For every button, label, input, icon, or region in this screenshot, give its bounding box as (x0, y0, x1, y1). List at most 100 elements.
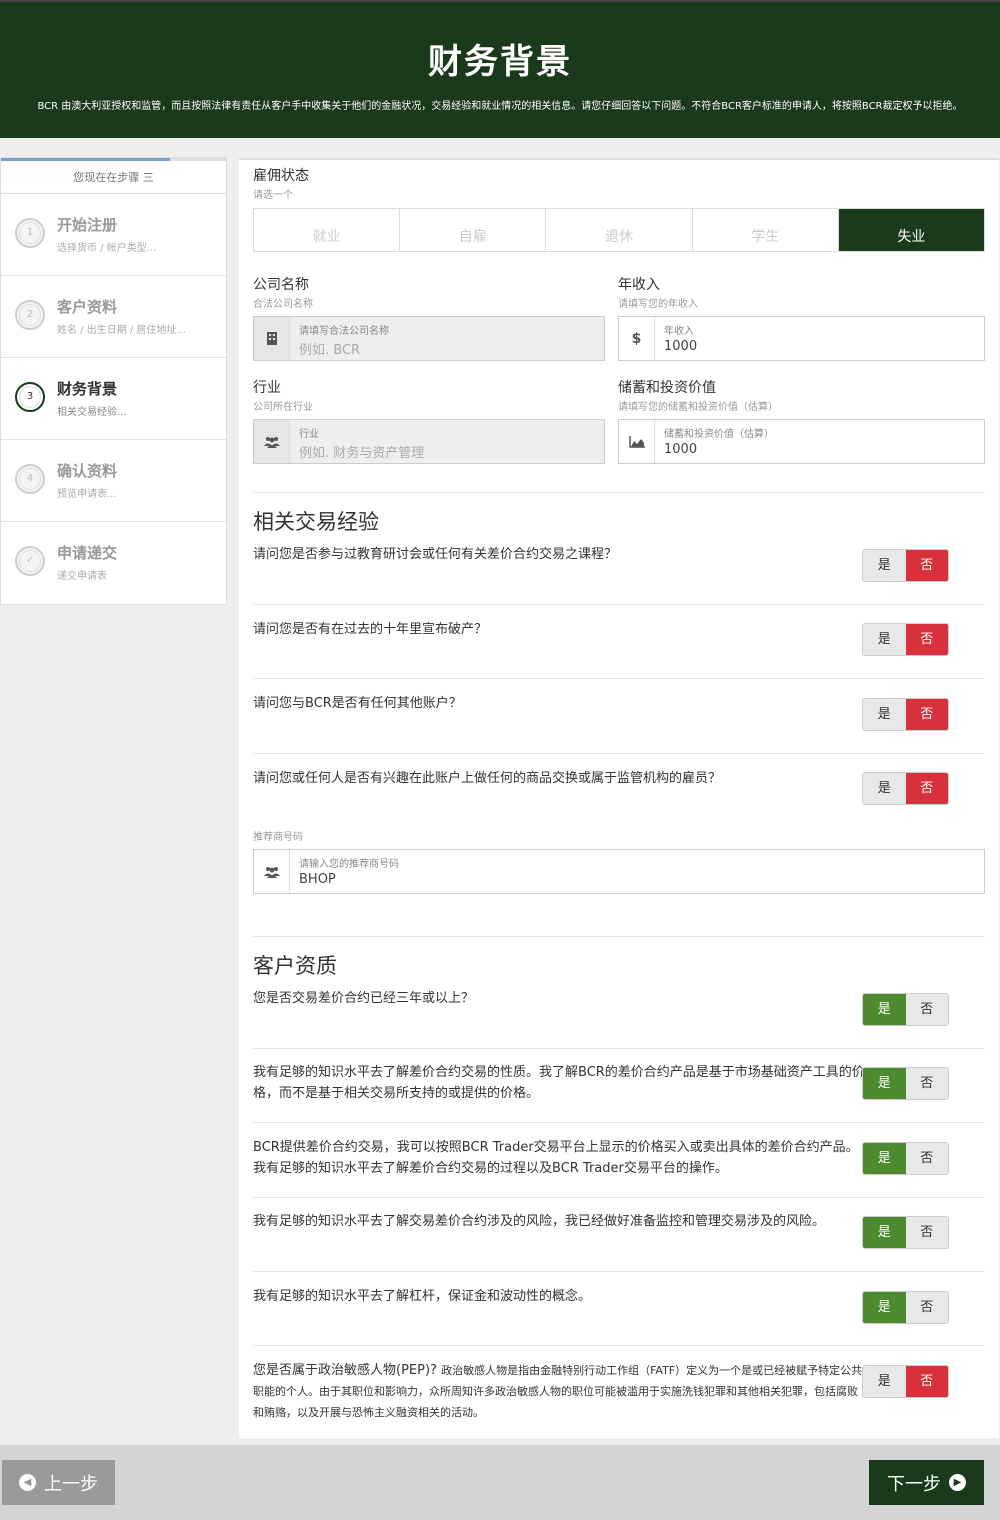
step-subtitle: 预览申请表... (57, 489, 117, 500)
employment-option-retired[interactable]: 退休 (546, 209, 693, 251)
industry-input[interactable]: 行业例如. 财务与资产管理 (253, 419, 605, 464)
qualification-answer-3: 是 否 (862, 1142, 949, 1175)
field-value: BHOP (299, 872, 336, 887)
yes-button[interactable]: 是 (863, 1292, 906, 1323)
qualification-question-4: 我有足够的知识水平去了解交易差价合约涉及的风险，我已经做好准备监控和管理交易涉及… (253, 1214, 826, 1229)
yes-button[interactable]: 是 (863, 550, 906, 581)
header-notice: BCR 由澳大利亚授权和监管，而且按照法律有责任从客户手中收集关于他们的金融状况… (37, 101, 963, 112)
step-subtitle: 选择货币 / 帐户类型... (57, 243, 157, 254)
field-value: 1000 (664, 442, 698, 457)
no-button[interactable]: 否 (905, 699, 948, 730)
no-button[interactable]: 否 (905, 1292, 948, 1323)
company-name-input[interactable]: 请填写合法公司名称 例如. BCR (253, 316, 605, 361)
experience-answer-1: 是 否 (862, 549, 949, 582)
employment-selector: 就业 自雇 退休 学生 失业 (253, 208, 985, 252)
qualification-answer-5: 是 否 (862, 1291, 949, 1324)
employment-label: 雇佣状态 (253, 168, 309, 184)
step-number-circle: 1 (15, 218, 45, 248)
step-start-registration[interactable]: 1 开始注册 选择货币 / 帐户类型... (1, 194, 226, 276)
step-number-circle: 2 (15, 300, 45, 330)
qualification-section-title: 客户资质 (253, 954, 337, 978)
field-label: 行业 (299, 429, 319, 440)
field-label: 储蓄和投资价值（估算） (664, 429, 774, 440)
step-submit[interactable]: ✓ 申请递交 递交申请表 (1, 522, 226, 604)
steps-sidebar: 您现在在步骤 三 1 开始注册 选择货币 / 帐户类型... 2 客户资料 姓名… (0, 157, 227, 605)
next-button-label: 下一步 (887, 1473, 941, 1495)
page-header: 财务背景 BCR 由澳大利亚授权和监管，而且按照法律有责任从客户手中收集关于他们… (0, 0, 1000, 138)
savings-investment-input[interactable]: 储蓄和投资价值（估算） 1000 (618, 419, 985, 464)
step-financial-background[interactable]: 3 财务背景 相关交易经验... (1, 358, 226, 440)
field-label: 请填写合法公司名称 (299, 326, 389, 337)
savings-label: 储蓄和投资价值 (618, 380, 716, 396)
no-button[interactable]: 否 (905, 624, 948, 655)
company-label: 公司名称 (253, 277, 309, 293)
step-title: 财务背景 (57, 380, 118, 398)
step-title: 开始注册 (57, 216, 118, 234)
employment-hint: 请选一个 (253, 190, 293, 201)
company-hint: 合法公司名称 (253, 299, 313, 310)
current-step-label: 您现在在步骤 三 (1, 161, 226, 194)
employment-option-unemployed[interactable]: 失业 (838, 209, 985, 251)
no-button[interactable]: 否 (905, 1068, 948, 1099)
experience-question-3: 请问您与BCR是否有任何其他账户？ (253, 696, 462, 711)
employment-option-student[interactable]: 学生 (692, 209, 839, 251)
referral-code-input[interactable]: 请输入您的推荐商号码 BHOP (253, 849, 985, 894)
arrow-right-circle-icon: ▶ (949, 1474, 966, 1491)
yes-button[interactable]: 是 (863, 1143, 906, 1174)
next-button[interactable]: 下一步 ▶ (869, 1460, 984, 1505)
experience-question-1: 请问您是否参与过教育研讨会或任何有关差价合约交易之课程？ (253, 547, 618, 562)
yes-button[interactable]: 是 (863, 624, 906, 655)
yes-button[interactable]: 是 (863, 1366, 906, 1397)
no-button[interactable]: 否 (905, 1366, 948, 1397)
section-divider (253, 936, 985, 937)
checkmark-icon: ✓ (15, 546, 45, 576)
qualification-question-5: 我有足够的知识水平去了解杠杆，保证金和波动性的概念。 (253, 1289, 592, 1304)
industry-hint: 公司所在行业 (253, 402, 313, 413)
no-button[interactable]: 否 (905, 550, 948, 581)
step-confirm-info[interactable]: 4 确认资料 预览申请表... (1, 440, 226, 522)
yes-button[interactable]: 是 (863, 1068, 906, 1099)
pep-answer: 是 否 (862, 1365, 949, 1398)
section-divider (253, 492, 985, 493)
yes-button[interactable]: 是 (863, 994, 906, 1025)
step-title: 申请递交 (57, 544, 118, 562)
step-client-info[interactable]: 2 客户资料 姓名 / 出生日期 / 居住地址... (1, 276, 226, 358)
yes-button[interactable]: 是 (863, 773, 906, 804)
step-number-circle: 4 (15, 464, 45, 494)
previous-button[interactable]: ◀ 上一步 (2, 1460, 115, 1505)
field-placeholder: 例如. 财务与资产管理 (299, 446, 425, 461)
qualification-answer-4: 是 否 (862, 1216, 949, 1249)
employment-option-self-employed[interactable]: 自雇 (400, 209, 547, 251)
no-button[interactable]: 否 (905, 773, 948, 804)
users-icon (254, 420, 290, 463)
qualification-question-3: BCR提供差价合约交易，我可以按照BCR Trader交易平台上显示的价格买入或… (253, 1140, 859, 1176)
industry-label: 行业 (253, 380, 281, 396)
qualification-question-2: 我有足够的知识水平去了解差价合约交易的性质。我了解BCR的差价合约产品是基于市场… (253, 1065, 865, 1101)
question-divider (253, 604, 985, 605)
question-divider (253, 1048, 985, 1049)
employment-option-employed[interactable]: 就业 (254, 209, 401, 251)
area-chart-icon (619, 420, 655, 463)
step-subtitle: 递交申请表 (57, 571, 107, 582)
experience-answer-3: 是 否 (862, 698, 949, 731)
step-subtitle: 相关交易经验... (57, 407, 127, 418)
annual-income-input[interactable]: $ 年收入 1000 (618, 316, 985, 361)
question-divider (253, 1197, 985, 1198)
income-label: 年收入 (618, 277, 660, 293)
arrow-left-circle-icon: ◀ (19, 1474, 36, 1491)
yes-button[interactable]: 是 (863, 699, 906, 730)
yes-button[interactable]: 是 (863, 1217, 906, 1248)
previous-button-label: 上一步 (44, 1473, 98, 1495)
income-hint: 请填写您的年收入 (618, 299, 698, 310)
step-title: 确认资料 (57, 462, 118, 480)
field-value: 1000 (664, 339, 698, 354)
qualification-answer-1: 是 否 (862, 993, 949, 1026)
question-divider (253, 1271, 985, 1272)
no-button[interactable]: 否 (905, 1217, 948, 1248)
experience-question-4: 请问您或任何人是否有兴趣在此账户上做任何的商品交换或属于监管机构的雇员？ (253, 771, 722, 786)
field-label: 年收入 (664, 326, 694, 337)
no-button[interactable]: 否 (905, 994, 948, 1025)
field-label: 请输入您的推荐商号码 (299, 859, 399, 870)
no-button[interactable]: 否 (905, 1143, 948, 1174)
building-icon (254, 317, 290, 360)
